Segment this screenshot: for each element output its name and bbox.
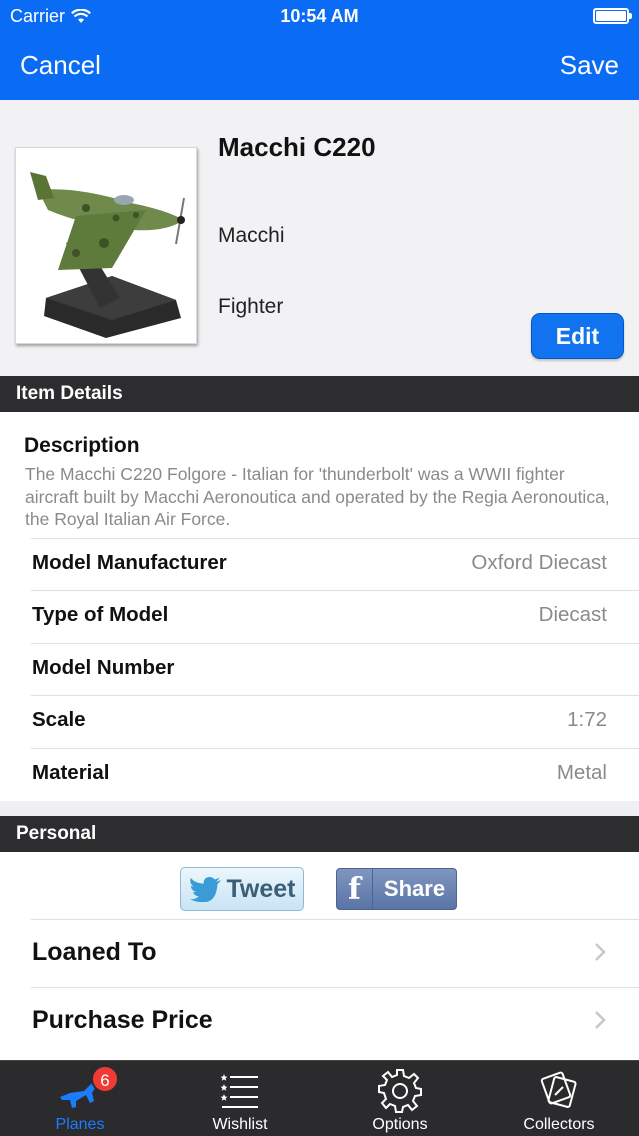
clock: 10:54 AM [280, 6, 359, 26]
tab-collectors[interactable]: Collectors [479, 1061, 639, 1136]
share-label: Share [383, 876, 446, 901]
item-manufacturer: Macchi [218, 224, 285, 247]
item-name: Macchi C220 [218, 132, 376, 162]
personal-row-purchase-price[interactable]: Purchase Price [0, 987, 639, 1055]
chevron-right-icon [595, 943, 606, 961]
planes-badge: 6 [91, 1065, 119, 1093]
facebook-icon: f [337, 869, 373, 909]
detail-label: Scale [32, 708, 86, 731]
detail-value: Oxford Diecast [471, 551, 607, 574]
twitter-bird-icon [188, 877, 221, 902]
section-header-personal: Personal [0, 816, 639, 852]
personal-row-label: Purchase Price [32, 1006, 213, 1034]
detail-row-model-manufacturer[interactable]: Model Manufacturer Oxford Diecast [0, 538, 639, 590]
detail-value: Metal [556, 761, 607, 784]
detail-row-material[interactable]: Material Metal [0, 748, 639, 800]
detail-label: Type of Model [32, 603, 169, 626]
description-text: The Macchi C220 Folgore - Italian for 't… [25, 464, 610, 529]
edit-button[interactable]: Edit [531, 313, 624, 359]
description-heading: Description [24, 434, 140, 457]
detail-row-type-of-model[interactable]: Type of Model Diecast [0, 590, 639, 642]
detail-row-scale[interactable]: Scale 1:72 [0, 695, 639, 747]
row-divider [31, 643, 639, 644]
tab-planes[interactable]: 6 Planes [0, 1061, 160, 1136]
gear-icon [378, 1069, 422, 1113]
section-header-item-details: Item Details [0, 376, 639, 412]
personal-section: Tweet f Share Loaned To Purchase Price [0, 852, 639, 1062]
detail-value: 1:72 [567, 708, 607, 731]
chevron-right-icon [595, 1011, 606, 1029]
navigation-bar: Carrier 10:54 AM Cancel Save [0, 0, 639, 100]
item-details: Description The Macchi C220 Folgore - It… [0, 412, 639, 801]
item-header: Macchi C220 Macchi Fighter Edit [0, 100, 639, 376]
tab-label: Planes [55, 1116, 105, 1133]
tab-label: Options [372, 1116, 428, 1133]
detail-value: Diecast [538, 603, 607, 626]
status-bar: Carrier 10:54 AM [0, 0, 639, 34]
cancel-button[interactable]: Cancel [20, 50, 101, 81]
tab-options[interactable]: Options [320, 1061, 480, 1136]
item-photo[interactable] [15, 147, 197, 344]
detail-label: Model Number [32, 656, 175, 679]
collectors-icon [540, 1071, 577, 1108]
tab-label: Wishlist [212, 1116, 268, 1133]
row-divider [31, 748, 639, 749]
detail-label: Model Manufacturer [32, 551, 227, 574]
tab-label: Collectors [523, 1116, 595, 1133]
battery-icon [593, 8, 632, 24]
tab-bar: 6 Planes Wishlist Options Collectors [0, 1060, 639, 1136]
tweet-button[interactable]: Tweet [180, 867, 304, 911]
row-divider [31, 695, 639, 696]
row-divider [31, 590, 639, 591]
row-divider [31, 987, 639, 988]
item-type: Fighter [218, 295, 284, 318]
detail-row-model-number[interactable]: Model Number [0, 643, 639, 695]
tab-wishlist[interactable]: Wishlist [160, 1061, 320, 1136]
save-button[interactable]: Save [560, 50, 619, 81]
detail-label: Material [32, 761, 110, 784]
row-divider [31, 919, 639, 920]
plane-model-image [16, 148, 196, 343]
tweet-label: Tweet [226, 874, 296, 903]
facebook-share-button[interactable]: f Share [336, 868, 457, 910]
personal-row-loaned-to[interactable]: Loaned To [0, 919, 639, 987]
list-icon [220, 1074, 258, 1108]
row-divider [31, 538, 639, 539]
personal-row-label: Loaned To [32, 938, 157, 966]
